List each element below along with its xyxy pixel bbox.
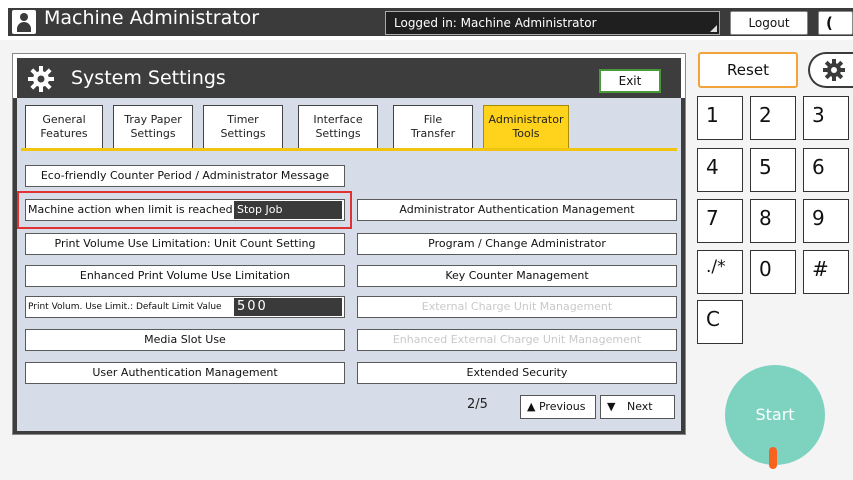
triangle-up-icon: ▲ (527, 400, 536, 413)
tab-interface-settings[interactable]: Interface Settings (298, 105, 378, 149)
previous-label: Previous (538, 400, 586, 413)
key-dot-star[interactable]: ./* (697, 250, 743, 294)
logout-button[interactable]: Logout (730, 11, 808, 35)
key-hash[interactable]: # (803, 250, 849, 294)
key-0[interactable]: 0 (750, 250, 796, 294)
user-icon (12, 10, 36, 34)
exit-button[interactable]: Exit (599, 69, 661, 93)
tab-tray-paper-settings[interactable]: Tray Paper Settings (113, 105, 193, 149)
key-5[interactable]: 5 (750, 148, 796, 192)
key-4[interactable]: 4 (697, 148, 743, 192)
media-slot-use-button[interactable]: Media Slot Use (25, 329, 345, 351)
eco-counter-admin-message-button[interactable]: Eco-friendly Counter Period / Administra… (25, 165, 345, 187)
key-3[interactable]: 3 (803, 96, 849, 140)
administrator-authentication-management-button[interactable]: Administrator Authentication Management (357, 199, 677, 221)
login-status[interactable]: Logged in: Machine Administrator (385, 11, 720, 35)
app-title: Machine Administrator (44, 7, 260, 29)
reset-button[interactable]: Reset (698, 52, 798, 88)
top-bar: Machine Administrator Logged in: Machine… (0, 0, 853, 40)
settings-gear-button[interactable] (808, 52, 853, 88)
enhanced-external-charge-unit-management-button[interactable]: Enhanced External Charge Unit Management (357, 329, 677, 351)
program-change-administrator-button[interactable]: Program / Change Administrator (357, 233, 677, 255)
gear-icon (28, 66, 54, 92)
key-2[interactable]: 2 (750, 96, 796, 140)
triangle-down-icon: ▼ (607, 400, 616, 413)
key-counter-management-button[interactable]: Key Counter Management (357, 265, 677, 287)
login-status-label: Logged in: Machine Administrator (394, 16, 597, 30)
default-limit-value-field[interactable]: Print Volum. Use Limit.: Default Limit V… (25, 296, 345, 318)
extra-button[interactable]: ( (818, 11, 853, 35)
tab-file-transfer[interactable]: File Transfer (393, 105, 473, 149)
print-volume-unit-count-button[interactable]: Print Volume Use Limitation: Unit Count … (25, 233, 345, 255)
external-charge-unit-management-button[interactable]: External Charge Unit Management (357, 296, 677, 318)
selection-highlight (17, 191, 352, 229)
previous-button[interactable]: ▲ Previous (520, 395, 596, 419)
default-limit-value: 500 (234, 298, 342, 316)
default-limit-value-label: Print Volum. Use Limit.: Default Limit V… (28, 302, 222, 312)
tab-general-features[interactable]: General Features (25, 105, 103, 149)
gear-icon (823, 59, 845, 81)
key-6[interactable]: 6 (803, 148, 849, 192)
key-clear[interactable]: C (697, 300, 743, 344)
page-title: System Settings (71, 67, 226, 89)
tab-timer-settings[interactable]: Timer Settings (203, 105, 283, 149)
key-9[interactable]: 9 (803, 199, 849, 243)
tab-administrator-tools[interactable]: Administrator Tools (483, 105, 569, 149)
next-button[interactable]: ▼ Next (600, 395, 675, 419)
panel-header: System Settings Exit (13, 54, 685, 98)
page-counter: 2/5 (467, 397, 488, 412)
key-1[interactable]: 1 (697, 96, 743, 140)
user-authentication-management-button[interactable]: User Authentication Management (25, 362, 345, 384)
key-7[interactable]: 7 (697, 199, 743, 243)
start-indicator-led (769, 447, 777, 469)
tab-underline (21, 148, 677, 151)
next-label: Next (626, 400, 653, 413)
extended-security-button[interactable]: Extended Security (357, 362, 677, 384)
key-8[interactable]: 8 (750, 199, 796, 243)
enhanced-print-volume-button[interactable]: Enhanced Print Volume Use Limitation (25, 265, 345, 287)
expand-corner-icon (710, 25, 717, 32)
